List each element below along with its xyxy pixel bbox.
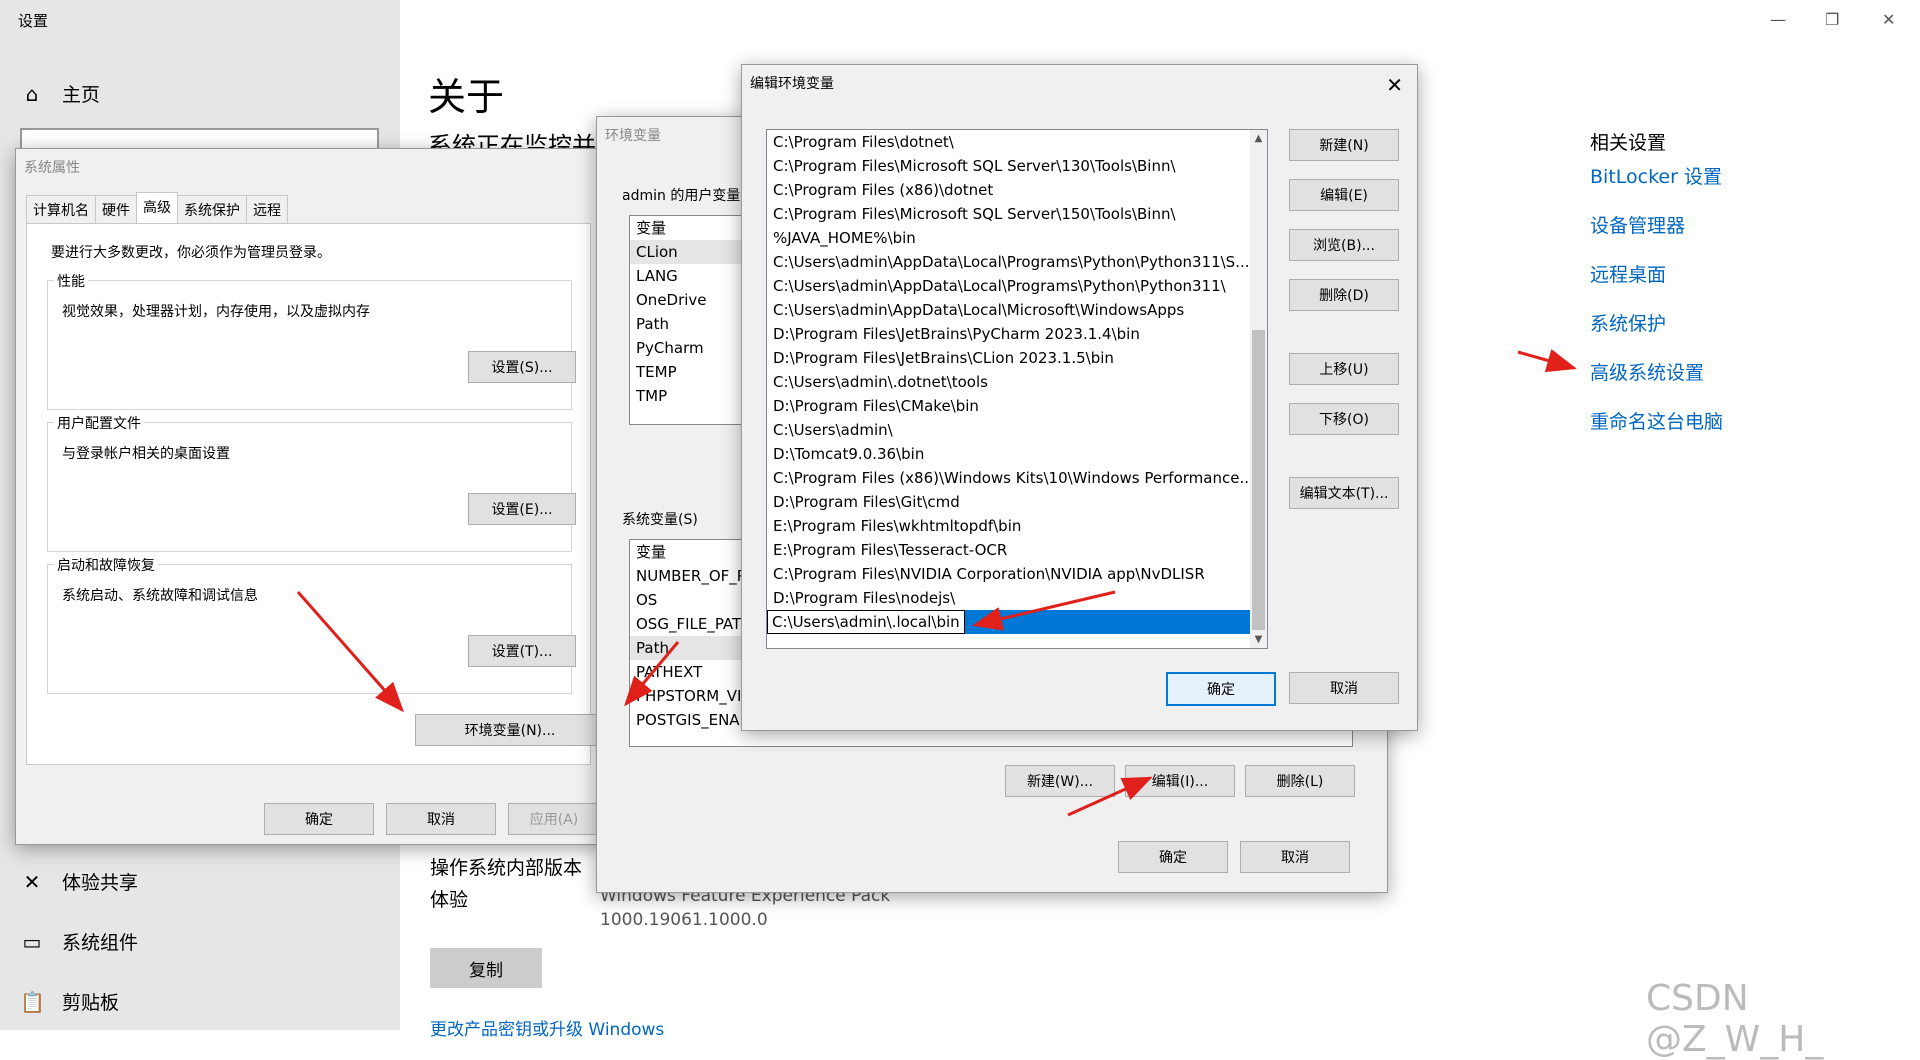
arrow-to-new-path [972, 590, 1116, 631]
annotation-arrows [296, 349, 1577, 817]
arrow-to-edit-button [1067, 776, 1153, 817]
arrow-to-env-button [296, 591, 404, 713]
arrow-to-advanced-settings [1517, 349, 1577, 373]
watermark: CSDN @Z_W_H_ [1646, 978, 1824, 1060]
arrow-to-path-var [624, 641, 680, 707]
